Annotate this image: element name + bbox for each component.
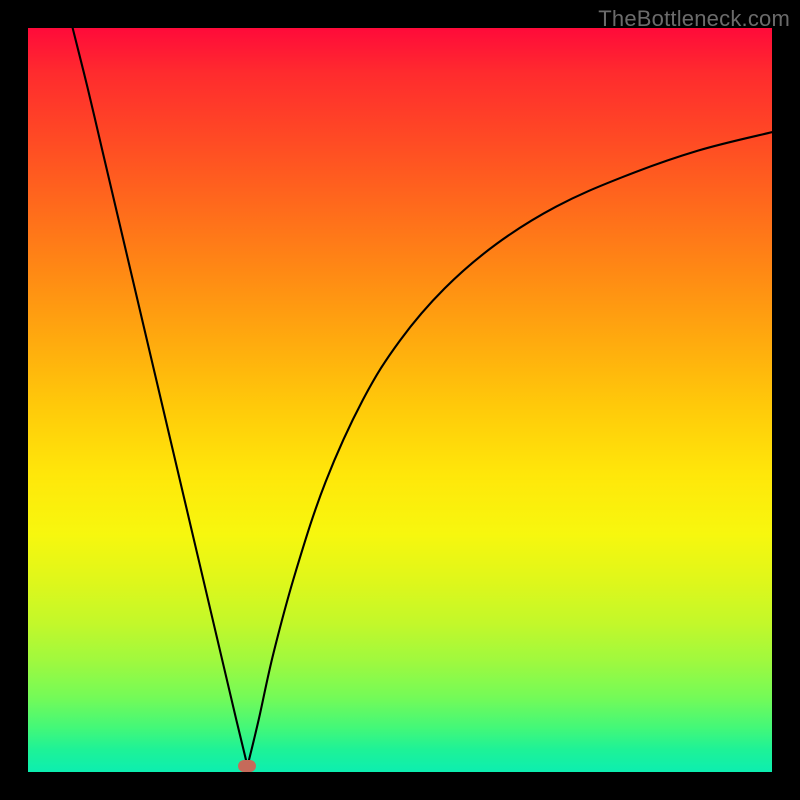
plot-area [28,28,772,772]
curve-right-branch [247,132,772,766]
chart-frame: TheBottleneck.com [0,0,800,800]
minimum-marker [238,760,256,772]
bottleneck-curve [28,28,772,772]
curve-left-branch [73,28,248,766]
